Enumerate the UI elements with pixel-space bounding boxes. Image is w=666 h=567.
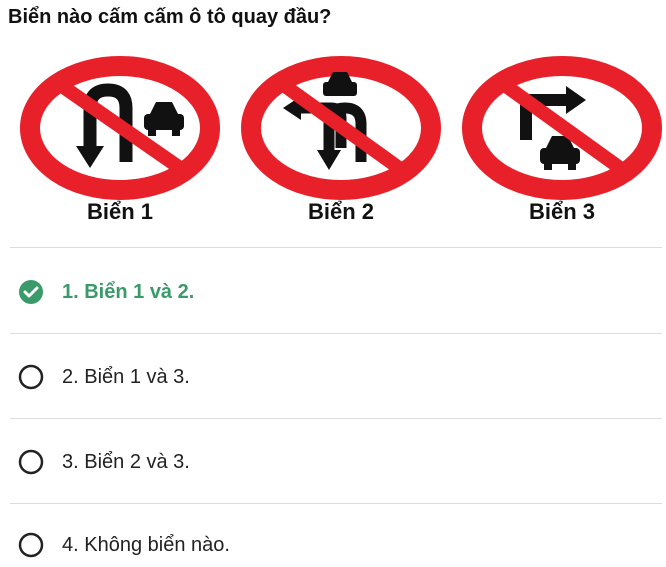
sign-1 — [20, 56, 220, 200]
sign-3 — [462, 56, 662, 200]
sign-1-label: Biển 1 — [86, 199, 154, 224]
radio-empty-icon — [18, 532, 44, 558]
divider — [10, 247, 662, 248]
answer-option-3[interactable]: 3. Biển 2 và 3. — [14, 444, 634, 484]
divider — [10, 418, 662, 419]
question-title: Biển nào cấm cấm ô tô quay đầu? — [8, 6, 332, 28]
radio-empty-icon — [18, 364, 44, 390]
no-right-turn-car-sign-icon — [462, 56, 662, 200]
answer-option-label: 1. Biển 1 và 2. — [62, 281, 195, 303]
no-left-and-u-turn-sign-icon — [241, 56, 441, 200]
sign-2-label: Biển 2 — [307, 199, 375, 224]
sign-2 — [241, 56, 441, 200]
no-u-turn-truck-sign-icon — [20, 56, 220, 200]
divider — [10, 503, 662, 504]
answer-option-1[interactable]: 1. Biển 1 và 2. — [14, 274, 634, 314]
answer-option-label: 3. Biển 2 và 3. — [62, 451, 190, 473]
answer-option-label: 2. Biển 1 và 3. — [62, 366, 190, 388]
answer-option-4[interactable]: 4. Không biển nào. — [14, 527, 634, 567]
check-circle-icon — [18, 279, 44, 305]
answer-option-label: 4. Không biển nào. — [62, 534, 230, 556]
radio-empty-icon — [18, 449, 44, 475]
sign-3-label: Biển 3 — [528, 199, 596, 224]
divider — [10, 333, 662, 334]
answer-option-2[interactable]: 2. Biển 1 và 3. — [14, 359, 634, 399]
